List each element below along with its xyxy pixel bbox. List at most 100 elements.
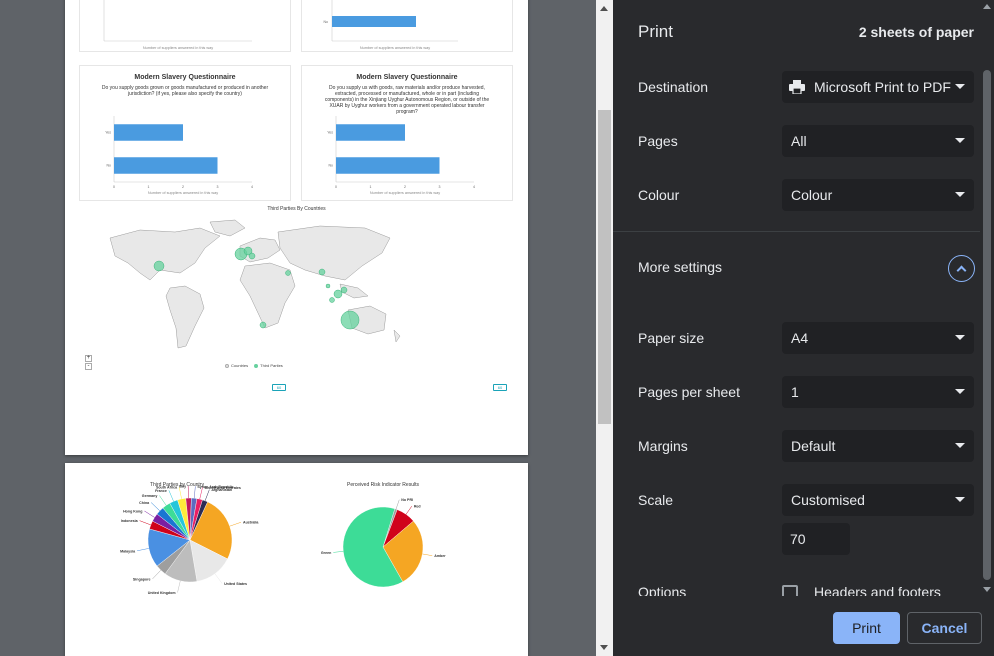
third-party-bubble <box>340 310 360 330</box>
questionnaire-card-1: Modern Slavery Questionnaire Do you supp… <box>79 65 291 201</box>
questionnaire-card-2: Modern Slavery Questionnaire Do you supp… <box>301 65 513 201</box>
pie-slice-label: Amber <box>434 554 446 558</box>
chevron-down-icon <box>955 443 965 448</box>
chart-card-top-left: Number of suppliers answered in this way <box>79 0 291 52</box>
scale-value: Customised <box>791 492 865 508</box>
margins-select[interactable]: Default <box>782 430 974 462</box>
pages-label: Pages <box>638 133 678 149</box>
map-legend: Countries Third Parties <box>225 363 283 368</box>
pie-slice-label: South Africa <box>156 486 178 490</box>
chevron-down-icon <box>955 138 965 143</box>
pages-select[interactable]: All <box>782 125 974 157</box>
legend-item-third-parties: Third Parties <box>254 363 283 368</box>
destination-select[interactable]: Microsoft Print to PDF <box>782 71 974 103</box>
printer-icon <box>789 80 805 94</box>
axis-caption: Number of suppliers answered in this way <box>360 46 430 50</box>
scale-select[interactable]: Customised <box>782 484 974 516</box>
legend-label: Countries <box>231 363 249 368</box>
pie-leader-line <box>150 502 160 512</box>
scroll-up-arrow-icon[interactable] <box>600 6 608 11</box>
print-settings-panel: Print 2 sheets of paper Destination Micr… <box>613 0 994 656</box>
preview-page-1: Number of suppliers answered in this way… <box>65 0 528 455</box>
paper-size-value: A4 <box>791 330 809 346</box>
pie-leader-line <box>199 487 203 500</box>
x-tick-label: 2 <box>182 185 184 189</box>
scroll-down-arrow-icon[interactable] <box>600 645 608 650</box>
south-america-shape <box>165 285 205 349</box>
x-axis-title: Number of suppliers answered in this way <box>148 191 218 195</box>
pie-leader-line <box>405 505 413 515</box>
bar-yes <box>336 124 405 141</box>
legend-label: Third Parties <box>260 363 283 368</box>
pie-slice-label: Germany <box>142 494 158 498</box>
pie-slice-label: United Arab Emirates <box>204 486 240 490</box>
paper-size-select[interactable]: A4 <box>782 322 974 354</box>
page-2-charts: Third Parties by Country Perceived Risk … <box>120 482 446 596</box>
chevron-down-icon <box>955 497 965 502</box>
chevron-up-icon <box>956 265 967 276</box>
pie-leader-line <box>177 580 181 593</box>
chart-card-top-right: No Number of suppliers answered in this … <box>301 0 513 52</box>
scroll-thumb[interactable] <box>598 110 611 424</box>
section-divider <box>613 231 994 232</box>
bar-category-label: No <box>329 163 334 167</box>
pages-per-sheet-label: Pages per sheet <box>638 384 740 400</box>
bar-chart-1: Yes No 0 1 2 3 4 Number of suppliers answered i… <box>105 116 253 195</box>
scroll-up-arrow-icon[interactable] <box>983 4 991 9</box>
third-party-bubble <box>259 321 267 329</box>
bar-category-label: No <box>107 163 112 167</box>
settings-scrollbar[interactable] <box>980 0 994 596</box>
map-zoom-out-button[interactable]: - <box>85 363 92 370</box>
colour-value: Colour <box>791 187 833 203</box>
scroll-down-arrow-icon[interactable] <box>983 587 991 592</box>
chevron-down-icon <box>955 192 965 197</box>
print-button[interactable]: Print <box>833 612 900 644</box>
pie-leader-line <box>152 570 162 580</box>
map-control-chip: 60 <box>272 384 286 391</box>
pie-leader-line <box>159 495 167 506</box>
pie-slice-label: China <box>139 501 150 505</box>
colour-select[interactable]: Colour <box>782 179 974 211</box>
preview-scrollbar[interactable] <box>596 0 613 656</box>
pie-slice-label: No PRI <box>401 498 413 502</box>
destination-value: Microsoft Print to PDF <box>814 79 951 95</box>
pie-slice-label: United States <box>224 582 247 586</box>
print-preview-area: Number of suppliers answered in this way… <box>0 0 613 656</box>
pages-value: All <box>791 133 807 149</box>
third-party-bubble <box>318 268 326 276</box>
x-tick-label: 0 <box>113 185 115 189</box>
map-zoom-in-button[interactable]: + <box>85 355 92 362</box>
pie-leader-line <box>193 486 196 499</box>
bar-category-label: Yes <box>105 130 111 134</box>
top-right-chart-fragment: No Number of suppliers answered in this … <box>324 0 458 50</box>
pie-leader-line <box>178 487 182 499</box>
pie-leader-line <box>144 510 155 518</box>
bar-yes <box>114 124 183 141</box>
legend-dot <box>225 363 229 368</box>
top-left-chart-fragment: Number of suppliers answered in this way <box>103 0 252 50</box>
pie-slice-label: Red <box>414 505 421 509</box>
pie-leader-line <box>137 548 149 552</box>
pie-leader-line <box>422 553 433 556</box>
collapse-more-settings-button[interactable] <box>948 255 975 282</box>
cancel-button[interactable]: Cancel <box>907 612 982 644</box>
map-title: Third Parties By Countries <box>267 206 326 212</box>
x-tick-label: 4 <box>251 185 253 189</box>
pie-slice-label: Green <box>321 551 331 555</box>
scroll-thumb[interactable] <box>983 70 991 580</box>
bar-label: No <box>324 20 329 24</box>
chevron-down-icon <box>955 335 965 340</box>
third-party-bubble <box>333 289 343 299</box>
paper-size-label: Paper size <box>638 330 705 346</box>
colour-label: Colour <box>638 187 680 203</box>
greenland-shape <box>209 219 246 237</box>
north-america-shape <box>109 227 221 281</box>
pie-chart-country: AfghanistanAustraliaUnited StatesUnited … <box>120 485 259 596</box>
more-settings-label[interactable]: More settings <box>638 259 722 275</box>
margins-value: Default <box>791 438 836 454</box>
pie-chart-risk: No PRIRed Amber Green <box>321 498 446 588</box>
pages-per-sheet-select[interactable]: 1 <box>782 376 974 408</box>
pie-leader-line <box>139 520 151 526</box>
legend-item-countries: Countries <box>225 363 248 368</box>
scale-percent-input[interactable]: 70 <box>782 523 850 555</box>
